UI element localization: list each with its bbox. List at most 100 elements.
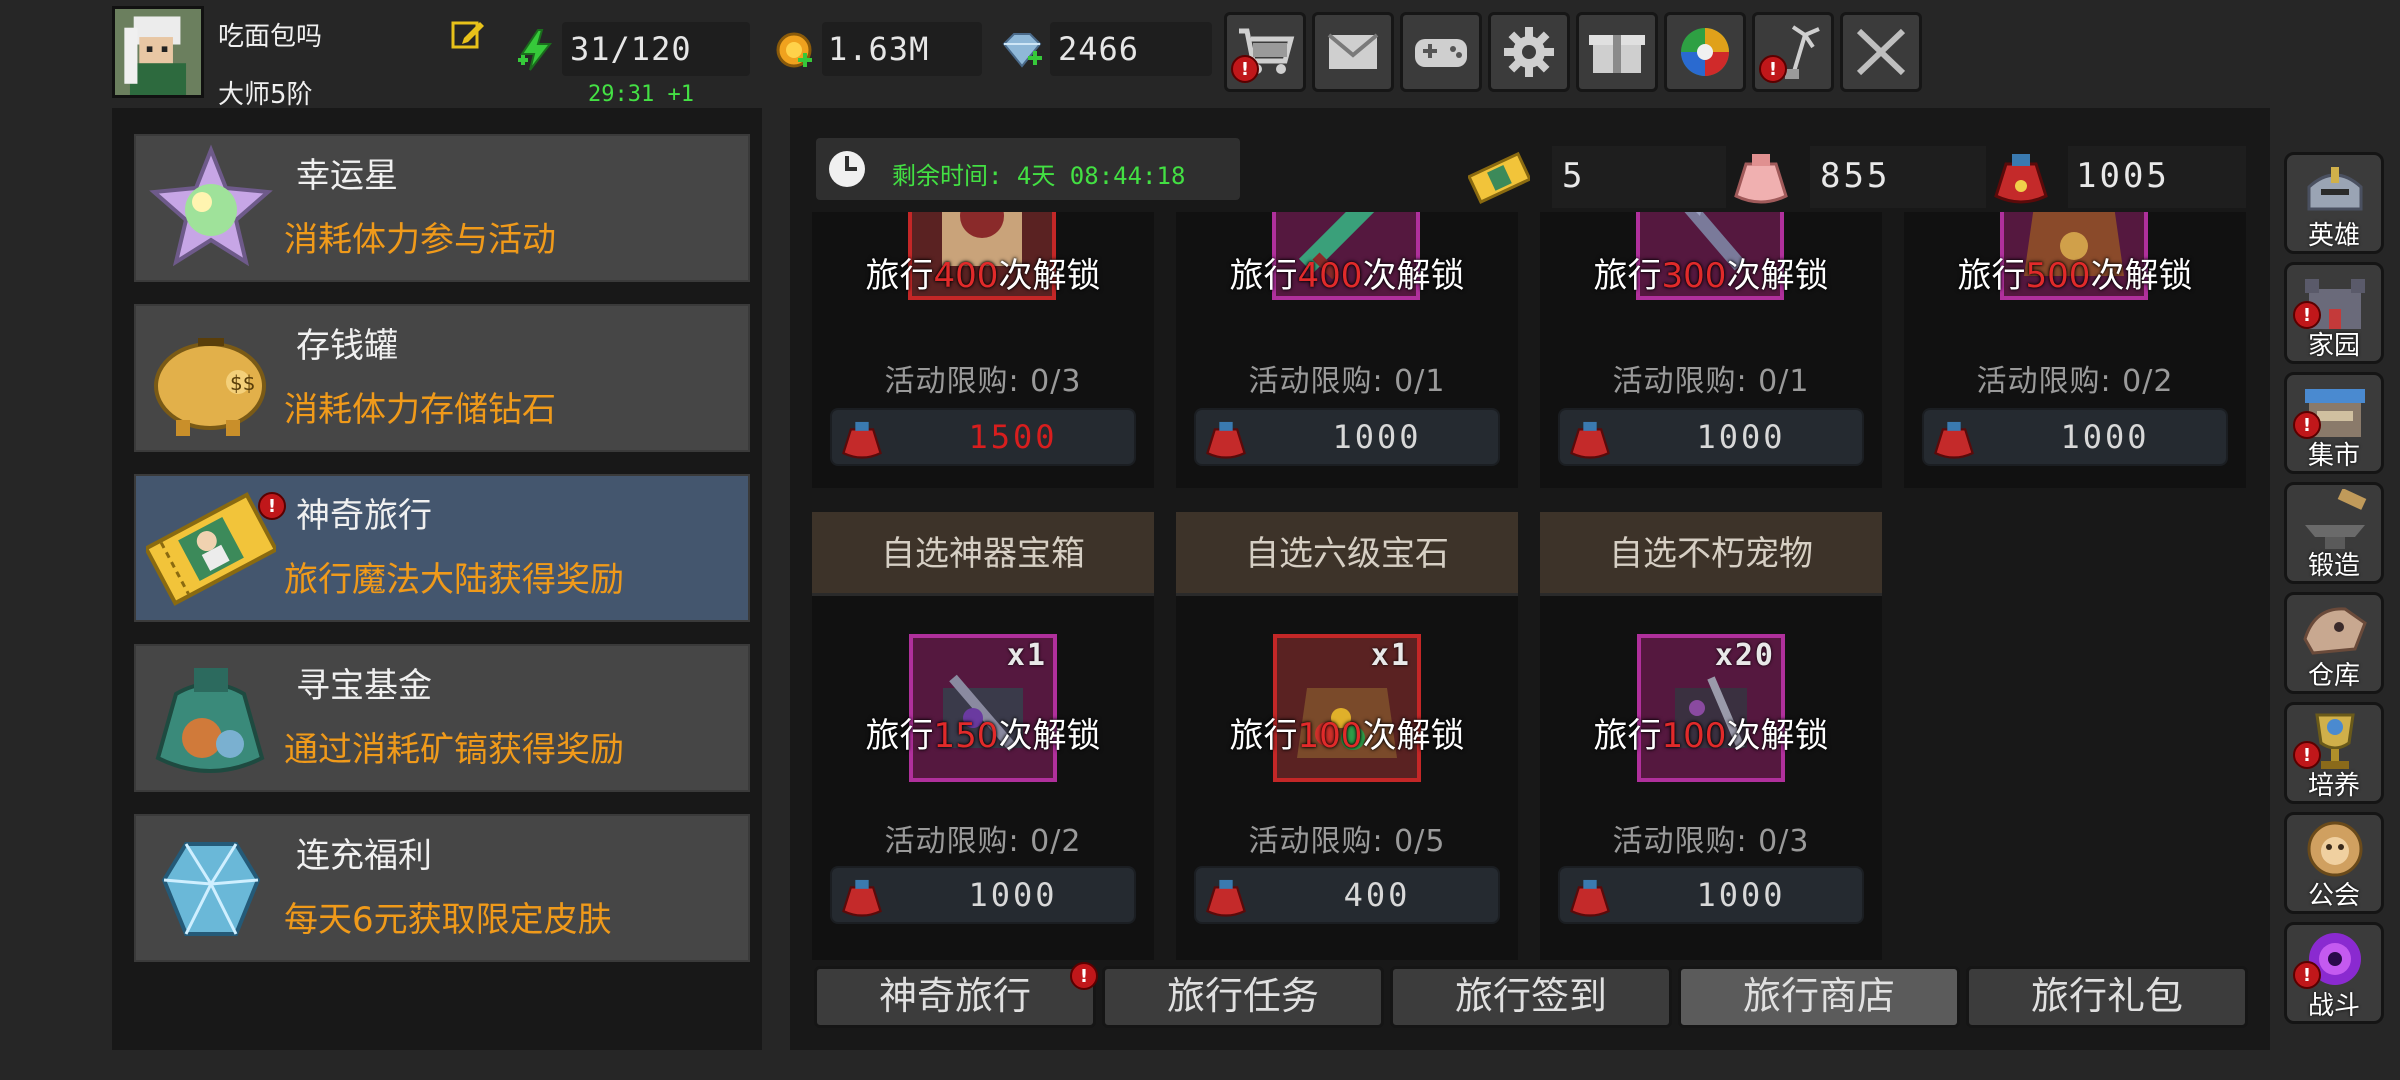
tab-travel-tasks[interactable]: 旅行任务 <box>1102 966 1384 1028</box>
sidebar-battle[interactable]: ! 战斗 <box>2284 922 2384 1024</box>
gamepad-icon <box>1415 39 1467 67</box>
red-bag-icon <box>1990 146 2052 208</box>
shop-grid: 旅行400次解锁 活动限购: 0/3 1500 旅行400次解锁 活动限购: 0… <box>812 212 2252 960</box>
price-value: 1000 <box>968 876 1058 914</box>
red-bag-icon <box>838 874 886 920</box>
activity-recharge-bonus[interactable]: 连充福利 每天6元获取限定皮肤 <box>134 814 750 962</box>
clock-icon <box>826 148 868 190</box>
shop-item[interactable]: 自选神器宝箱 x1 旅行150次解锁 活动限购: 0/2 1000 <box>812 512 1154 960</box>
color-wheel-icon <box>1681 28 1729 76</box>
sidebar-cultivate[interactable]: ! 培养 <box>2284 702 2384 804</box>
shop-item[interactable]: 自选六级宝石 x1 旅行100次解锁 活动限购: 0/5 400 <box>1176 512 1518 960</box>
gift-button[interactable] <box>1576 12 1658 92</box>
color-wheel-button[interactable] <box>1664 12 1746 92</box>
shop-item[interactable]: 自选不朽宠物 x20 旅行100次解锁 活动限购: 0/3 1000 <box>1540 512 1882 960</box>
mail-button[interactable] <box>1312 12 1394 92</box>
sidebar-label: 英雄 <box>2307 221 2360 251</box>
price-value: 400 <box>1343 876 1411 914</box>
settings-gear-icon <box>1504 27 1554 77</box>
purchase-limit: 活动限购: 0/3 <box>884 364 1082 399</box>
gamepad-button[interactable] <box>1400 12 1482 92</box>
player-rank: 大师5阶 <box>218 80 313 110</box>
shop-item[interactable]: 旅行300次解锁 活动限购: 0/1 1000 <box>1540 212 1882 488</box>
activity-title: 连充福利 <box>296 836 432 876</box>
sidebar-market[interactable]: ! 集市 <box>2284 372 2384 474</box>
buy-button[interactable]: 400 <box>1194 866 1500 924</box>
activity-magic-travel[interactable]: ! 神奇旅行 旅行魔法大陆获得奖励 <box>134 474 750 622</box>
sidebar-label: 集市 <box>2307 441 2360 471</box>
sidebar-label: 战斗 <box>2307 991 2360 1021</box>
purchase-limit: 活动限购: 0/3 <box>1612 824 1810 859</box>
activity-piggy-bank[interactable]: $$ 存钱罐 消耗体力存储钻石 <box>134 304 750 452</box>
price-value: 1500 <box>968 418 1058 456</box>
activity-title: 神奇旅行 <box>296 496 432 536</box>
sidebar-home[interactable]: ! 家园 <box>2284 262 2384 364</box>
buy-button[interactable]: 1000 <box>1558 866 1864 924</box>
red-bag-icon <box>1566 874 1614 920</box>
buy-button[interactable]: 1500 <box>830 408 1136 466</box>
treasure-bag-icon <box>146 654 276 784</box>
sidebar-label: 锻造 <box>2307 551 2360 581</box>
red-bag-icon <box>1566 416 1614 462</box>
shop-item[interactable]: 旅行400次解锁 活动限购: 0/1 1000 <box>1176 212 1518 488</box>
crossed-swords-icon <box>1856 28 1906 76</box>
activity-alert-badge: ! <box>258 492 286 520</box>
fireworks-button[interactable]: ! <box>1752 12 1834 92</box>
settings-button[interactable] <box>1488 12 1570 92</box>
unlock-condition: 旅行150次解锁 <box>865 716 1101 756</box>
player-name: 吃面包吗 <box>218 22 323 52</box>
purchase-limit: 活动限购: 0/2 <box>884 824 1082 859</box>
travel-ticket-icon <box>146 484 276 614</box>
sidebar-label: 仓库 <box>2307 661 2360 691</box>
sidebar-guild[interactable]: 公会 <box>2284 812 2384 914</box>
item-title: 自选不朽宠物 <box>1540 512 1882 596</box>
tab-travel-shop[interactable]: 旅行商店 <box>1678 966 1960 1028</box>
purchase-limit: 活动限购: 0/2 <box>1976 364 2174 399</box>
unlock-condition: 旅行400次解锁 <box>1229 256 1465 296</box>
sidebar-warehouse[interactable]: 仓库 <box>2284 592 2384 694</box>
buy-button[interactable]: 1000 <box>1194 408 1500 466</box>
activity-desc: 旅行魔法大陆获得奖励 <box>284 560 624 600</box>
energy-value: 31/120 <box>570 30 692 68</box>
edit-name-icon[interactable] <box>450 16 486 52</box>
player-avatar[interactable] <box>112 6 204 98</box>
pink-bag-count: 855 <box>1820 156 1891 196</box>
activity-lucky-star[interactable]: 幸运星 消耗体力参与活动 <box>134 134 750 282</box>
energy-icon <box>516 28 556 72</box>
shop-cart-button[interactable]: ! <box>1224 12 1306 92</box>
ice-crystal-icon <box>146 824 276 954</box>
sidebar-forge[interactable]: 锻造 <box>2284 482 2384 584</box>
fireworks-alert-badge: ! <box>1759 55 1787 83</box>
buy-button[interactable]: 1000 <box>1922 408 2228 466</box>
buy-button[interactable]: 1000 <box>1558 408 1864 466</box>
purchase-limit: 活动限购: 0/1 <box>1248 364 1446 399</box>
energy-timer: 29:31 +1 <box>588 82 694 107</box>
tab-alert-badge: ! <box>1070 962 1098 990</box>
tab-magic-travel[interactable]: 神奇旅行 <box>814 966 1096 1028</box>
dragon-skull-icon <box>2303 607 2367 655</box>
red-bag-icon <box>838 416 886 462</box>
buy-button[interactable]: 1000 <box>830 866 1136 924</box>
mail-icon <box>1327 33 1379 69</box>
sidebar-label: 公会 <box>2307 881 2360 911</box>
activity-desc: 通过消耗矿镐获得奖励 <box>284 730 624 770</box>
hero-helmet-icon <box>2307 167 2363 211</box>
ticket-icon <box>1468 146 1530 208</box>
red-bag-count: 1005 <box>2076 156 2170 196</box>
tab-travel-checkin[interactable]: 旅行签到 <box>1390 966 1672 1028</box>
activity-treasure-fund[interactable]: 寻宝基金 通过消耗矿镐获得奖励 <box>134 644 750 792</box>
ticket-count: 5 <box>1562 156 1586 196</box>
item-quantity: x20 <box>1714 638 1775 673</box>
sidebar-label: 家园 <box>2307 331 2360 361</box>
purchase-limit: 活动限购: 0/5 <box>1248 824 1446 859</box>
unlock-condition: 旅行300次解锁 <box>1593 256 1829 296</box>
crossed-swords-button[interactable] <box>1840 12 1922 92</box>
piggy-bank-icon: $$ <box>146 314 276 444</box>
activity-desc: 消耗体力参与活动 <box>284 220 556 260</box>
tab-travel-packs[interactable]: 旅行礼包 <box>1966 966 2248 1028</box>
shop-item[interactable]: 旅行500次解锁 活动限购: 0/2 1000 <box>1904 212 2246 488</box>
shop-item[interactable]: 旅行400次解锁 活动限购: 0/3 1500 <box>812 212 1154 488</box>
anvil-hammer-icon <box>2305 489 2367 549</box>
sidebar-hero[interactable]: 英雄 <box>2284 152 2384 254</box>
price-value: 1000 <box>1696 418 1786 456</box>
